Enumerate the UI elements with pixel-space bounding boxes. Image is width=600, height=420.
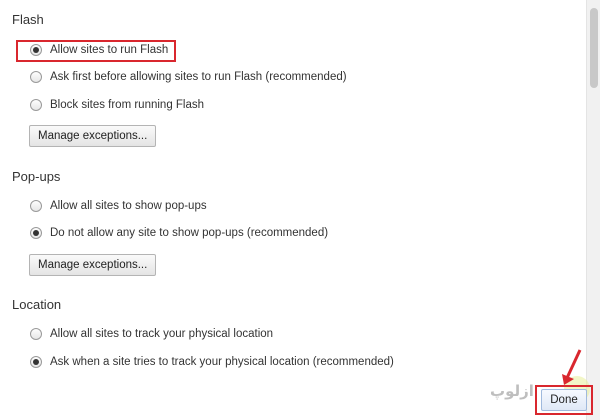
watermark-text: ازلوپ bbox=[490, 382, 534, 400]
radio-checked-icon[interactable] bbox=[30, 44, 42, 56]
scrollbar-thumb[interactable] bbox=[590, 8, 598, 88]
red-arrow-icon bbox=[562, 349, 582, 385]
option-label: Do not allow any site to show pop-ups (r… bbox=[50, 227, 329, 239]
option-label: Ask first before allowing sites to run F… bbox=[50, 71, 347, 83]
flash-ask-option[interactable]: Ask first before allowing sites to run F… bbox=[30, 68, 347, 86]
flash-manage-exceptions-button[interactable]: Manage exceptions... bbox=[29, 125, 157, 147]
option-label: Allow all sites to track your physical l… bbox=[50, 328, 274, 340]
flash-allow-option[interactable]: Allow sites to run Flash bbox=[30, 41, 168, 59]
option-label: Allow all sites to show pop-ups bbox=[50, 200, 207, 212]
radio-unchecked-icon[interactable] bbox=[30, 71, 42, 83]
popups-section-title: Pop-ups bbox=[12, 169, 61, 184]
flash-block-option[interactable]: Block sites from running Flash bbox=[30, 96, 204, 114]
done-button[interactable]: Done bbox=[541, 389, 587, 411]
radio-unchecked-icon[interactable] bbox=[30, 328, 42, 340]
location-ask-option[interactable]: Ask when a site tries to track your phys… bbox=[30, 353, 394, 371]
radio-unchecked-icon[interactable] bbox=[30, 200, 42, 212]
option-label: Block sites from running Flash bbox=[50, 99, 205, 111]
vertical-scrollbar[interactable] bbox=[586, 0, 600, 420]
popups-manage-exceptions-button[interactable]: Manage exceptions... bbox=[29, 254, 157, 276]
location-allow-option[interactable]: Allow all sites to track your physical l… bbox=[30, 325, 273, 343]
option-label: Ask when a site tries to track your phys… bbox=[50, 356, 394, 368]
radio-checked-icon[interactable] bbox=[30, 356, 42, 368]
location-section-title: Location bbox=[12, 297, 62, 312]
popups-allow-option[interactable]: Allow all sites to show pop-ups bbox=[30, 197, 207, 215]
popups-block-option[interactable]: Do not allow any site to show pop-ups (r… bbox=[30, 224, 328, 242]
flash-section-title: Flash bbox=[12, 12, 44, 27]
radio-checked-icon[interactable] bbox=[30, 227, 42, 239]
radio-unchecked-icon[interactable] bbox=[30, 99, 42, 111]
option-label: Allow sites to run Flash bbox=[50, 44, 169, 56]
